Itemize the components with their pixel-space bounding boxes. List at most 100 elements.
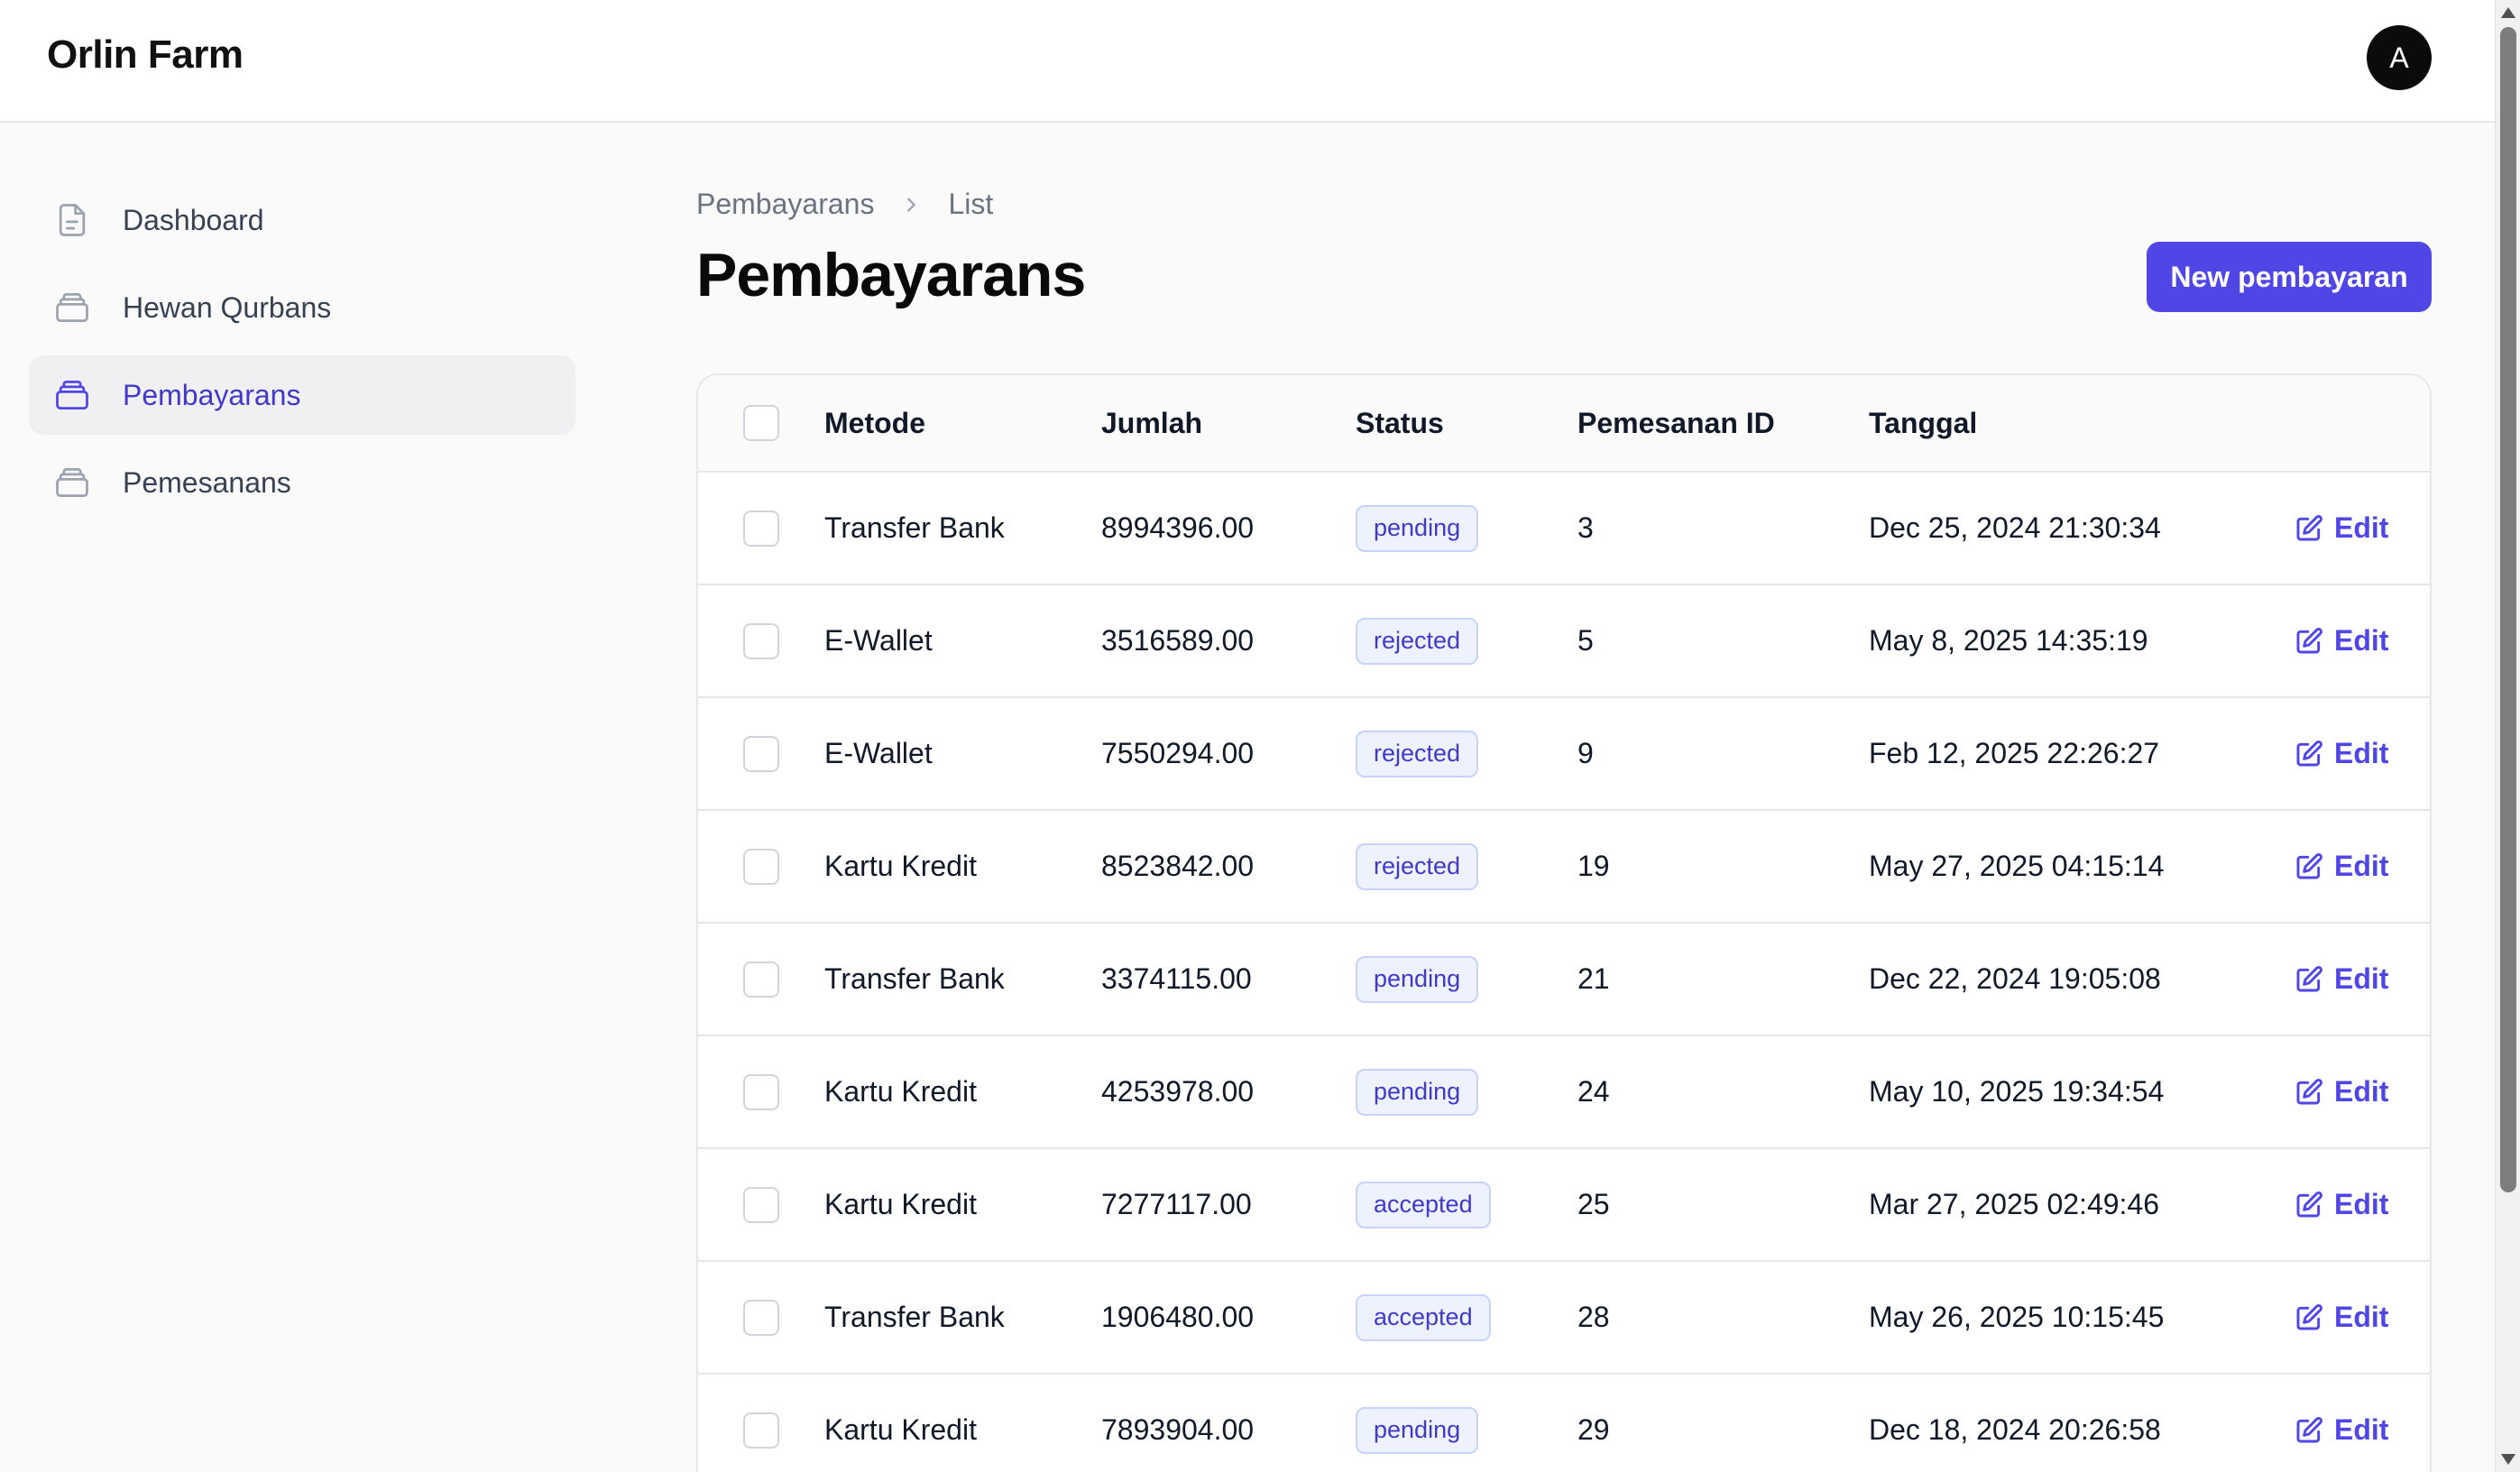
edit-label: Edit	[2334, 511, 2389, 544]
edit-button[interactable]: Edit	[2295, 962, 2388, 996]
edit-button[interactable]: Edit	[2295, 1188, 2388, 1221]
pencil-square-icon	[2296, 740, 2322, 766]
row-checkbox[interactable]	[743, 848, 779, 885]
sidebar-item-dashboard[interactable]: Dashboard	[29, 180, 575, 260]
pencil-square-icon	[2296, 852, 2322, 879]
edit-button[interactable]: Edit	[2295, 624, 2388, 658]
cell-jumlah: 4253978.00	[1101, 1075, 1255, 1108]
sidebar-item-hewan-qurbans[interactable]: Hewan Qurbans	[29, 268, 575, 347]
cell-tanggal: May 10, 2025 19:34:54	[1869, 1075, 2165, 1108]
status-badge: pending	[1356, 1068, 1479, 1116]
cell-jumlah: 7893904.00	[1101, 1413, 1255, 1446]
chevron-right-icon	[901, 195, 921, 215]
status-badge: rejected	[1356, 730, 1479, 777]
sidebar-item-label: Pemesanans	[123, 465, 291, 499]
row-checkbox[interactable]	[743, 1073, 779, 1110]
cell-pemesanan-id: 21	[1577, 962, 1610, 995]
cell-pemesanan-id: 19	[1577, 850, 1610, 882]
row-checkbox[interactable]	[743, 622, 779, 659]
cell-jumlah: 1906480.00	[1101, 1301, 1255, 1333]
sidebar-item-pembayarans[interactable]: Pembayarans	[29, 355, 575, 435]
cell-metode: Transfer Bank	[824, 511, 1005, 544]
cell-pemesanan-id: 29	[1577, 1413, 1610, 1446]
pencil-square-icon	[2296, 1191, 2322, 1217]
cell-jumlah: 3374115.00	[1101, 962, 1252, 995]
edit-button[interactable]: Edit	[2295, 511, 2388, 545]
table-row[interactable]: Kartu Kredit 8523842.00 rejected 19 May …	[698, 811, 2430, 924]
collection-icon	[51, 286, 94, 329]
table-row[interactable]: Transfer Bank 1906480.00 accepted 28 May…	[698, 1262, 2430, 1375]
table-body: Transfer Bank 8994396.00 pending 3 Dec 2…	[698, 473, 2430, 1472]
table-row[interactable]: E-Wallet 7550294.00 rejected 9 Feb 12, 2…	[698, 698, 2430, 811]
row-checkbox[interactable]	[743, 510, 779, 547]
sidebar-item-pemesanans[interactable]: Pemesanans	[29, 443, 575, 522]
edit-label: Edit	[2334, 624, 2389, 657]
edit-button[interactable]: Edit	[2295, 1075, 2388, 1109]
pencil-square-icon	[2296, 1416, 2322, 1442]
cell-tanggal: Dec 22, 2024 19:05:08	[1869, 962, 2161, 995]
scroll-up-arrow-icon[interactable]	[2501, 7, 2515, 18]
cell-metode: E-Wallet	[824, 737, 933, 769]
cell-pemesanan-id: 5	[1577, 624, 1594, 657]
edit-label: Edit	[2334, 1301, 2389, 1333]
cell-jumlah: 8994396.00	[1101, 511, 1255, 544]
table-header: Metode Jumlah Status Pemesanan ID Tangga…	[698, 375, 2430, 473]
row-checkbox[interactable]	[743, 961, 779, 998]
table-row[interactable]: Kartu Kredit 7277117.00 accepted 25 Mar …	[698, 1149, 2430, 1262]
table-row[interactable]: Kartu Kredit 7893904.00 pending 29 Dec 1…	[698, 1375, 2430, 1472]
column-header-status[interactable]: Status	[1356, 375, 1444, 471]
column-header-pemesanan-id[interactable]: Pemesanan ID	[1577, 375, 1775, 471]
edit-label: Edit	[2334, 1075, 2389, 1108]
new-pembayaran-button[interactable]: New pembayaran	[2147, 242, 2432, 312]
page-title: Pembayarans	[696, 241, 1086, 309]
cell-tanggal: Mar 27, 2025 02:49:46	[1869, 1188, 2160, 1220]
scroll-down-arrow-icon[interactable]	[2501, 1454, 2515, 1465]
cell-tanggal: Dec 18, 2024 20:26:58	[1869, 1413, 2161, 1446]
edit-label: Edit	[2334, 1188, 2389, 1220]
scroll-thumb[interactable]	[2500, 27, 2516, 1192]
row-checkbox[interactable]	[743, 735, 779, 772]
table-row[interactable]: E-Wallet 3516589.00 rejected 5 May 8, 20…	[698, 585, 2430, 698]
column-header-jumlah[interactable]: Jumlah	[1101, 375, 1202, 471]
cell-jumlah: 8523842.00	[1101, 850, 1255, 882]
pembayarans-table: Metode Jumlah Status Pemesanan ID Tangga…	[696, 373, 2432, 1472]
cell-jumlah: 7550294.00	[1101, 737, 1255, 769]
status-badge: rejected	[1356, 617, 1479, 665]
column-header-tanggal[interactable]: Tanggal	[1869, 375, 1977, 471]
status-badge: pending	[1356, 955, 1479, 1003]
cell-metode: Kartu Kredit	[824, 1075, 977, 1108]
cell-metode: Kartu Kredit	[824, 850, 977, 882]
status-badge: accepted	[1356, 1293, 1491, 1341]
pencil-square-icon	[2296, 514, 2322, 540]
cell-pemesanan-id: 28	[1577, 1301, 1610, 1333]
sidebar-item-label: Dashboard	[123, 203, 264, 236]
pencil-square-icon	[2296, 965, 2322, 991]
edit-button[interactable]: Edit	[2295, 850, 2388, 883]
table-row[interactable]: Transfer Bank 8994396.00 pending 3 Dec 2…	[698, 473, 2430, 585]
page-scrollbar[interactable]	[2495, 0, 2520, 1472]
cell-metode: E-Wallet	[824, 624, 933, 657]
column-header-metode[interactable]: Metode	[824, 375, 925, 471]
cell-tanggal: Dec 25, 2024 21:30:34	[1869, 511, 2161, 544]
edit-label: Edit	[2334, 737, 2389, 769]
document-icon	[51, 198, 94, 242]
cell-tanggal: May 26, 2025 10:15:45	[1869, 1301, 2165, 1333]
sidebar-item-label: Pembayarans	[123, 378, 301, 411]
table-row[interactable]: Kartu Kredit 4253978.00 pending 24 May 1…	[698, 1036, 2430, 1149]
pencil-square-icon	[2296, 1303, 2322, 1329]
user-avatar[interactable]: A	[2367, 25, 2432, 90]
edit-button[interactable]: Edit	[2295, 737, 2388, 770]
row-checkbox[interactable]	[743, 1186, 779, 1223]
breadcrumb-parent-link[interactable]: Pembayarans	[696, 188, 874, 221]
cell-metode: Kartu Kredit	[824, 1413, 977, 1446]
brand-logo[interactable]: Orlin Farm	[47, 32, 244, 78]
edit-button[interactable]: Edit	[2295, 1413, 2388, 1447]
cell-pemesanan-id: 9	[1577, 737, 1594, 769]
cell-pemesanan-id: 25	[1577, 1188, 1610, 1220]
select-all-checkbox[interactable]	[743, 405, 779, 441]
row-checkbox[interactable]	[743, 1299, 779, 1336]
table-row[interactable]: Transfer Bank 3374115.00 pending 21 Dec …	[698, 924, 2430, 1036]
row-checkbox[interactable]	[743, 1412, 779, 1449]
cell-tanggal: May 27, 2025 04:15:14	[1869, 850, 2165, 882]
edit-button[interactable]: Edit	[2295, 1301, 2388, 1334]
